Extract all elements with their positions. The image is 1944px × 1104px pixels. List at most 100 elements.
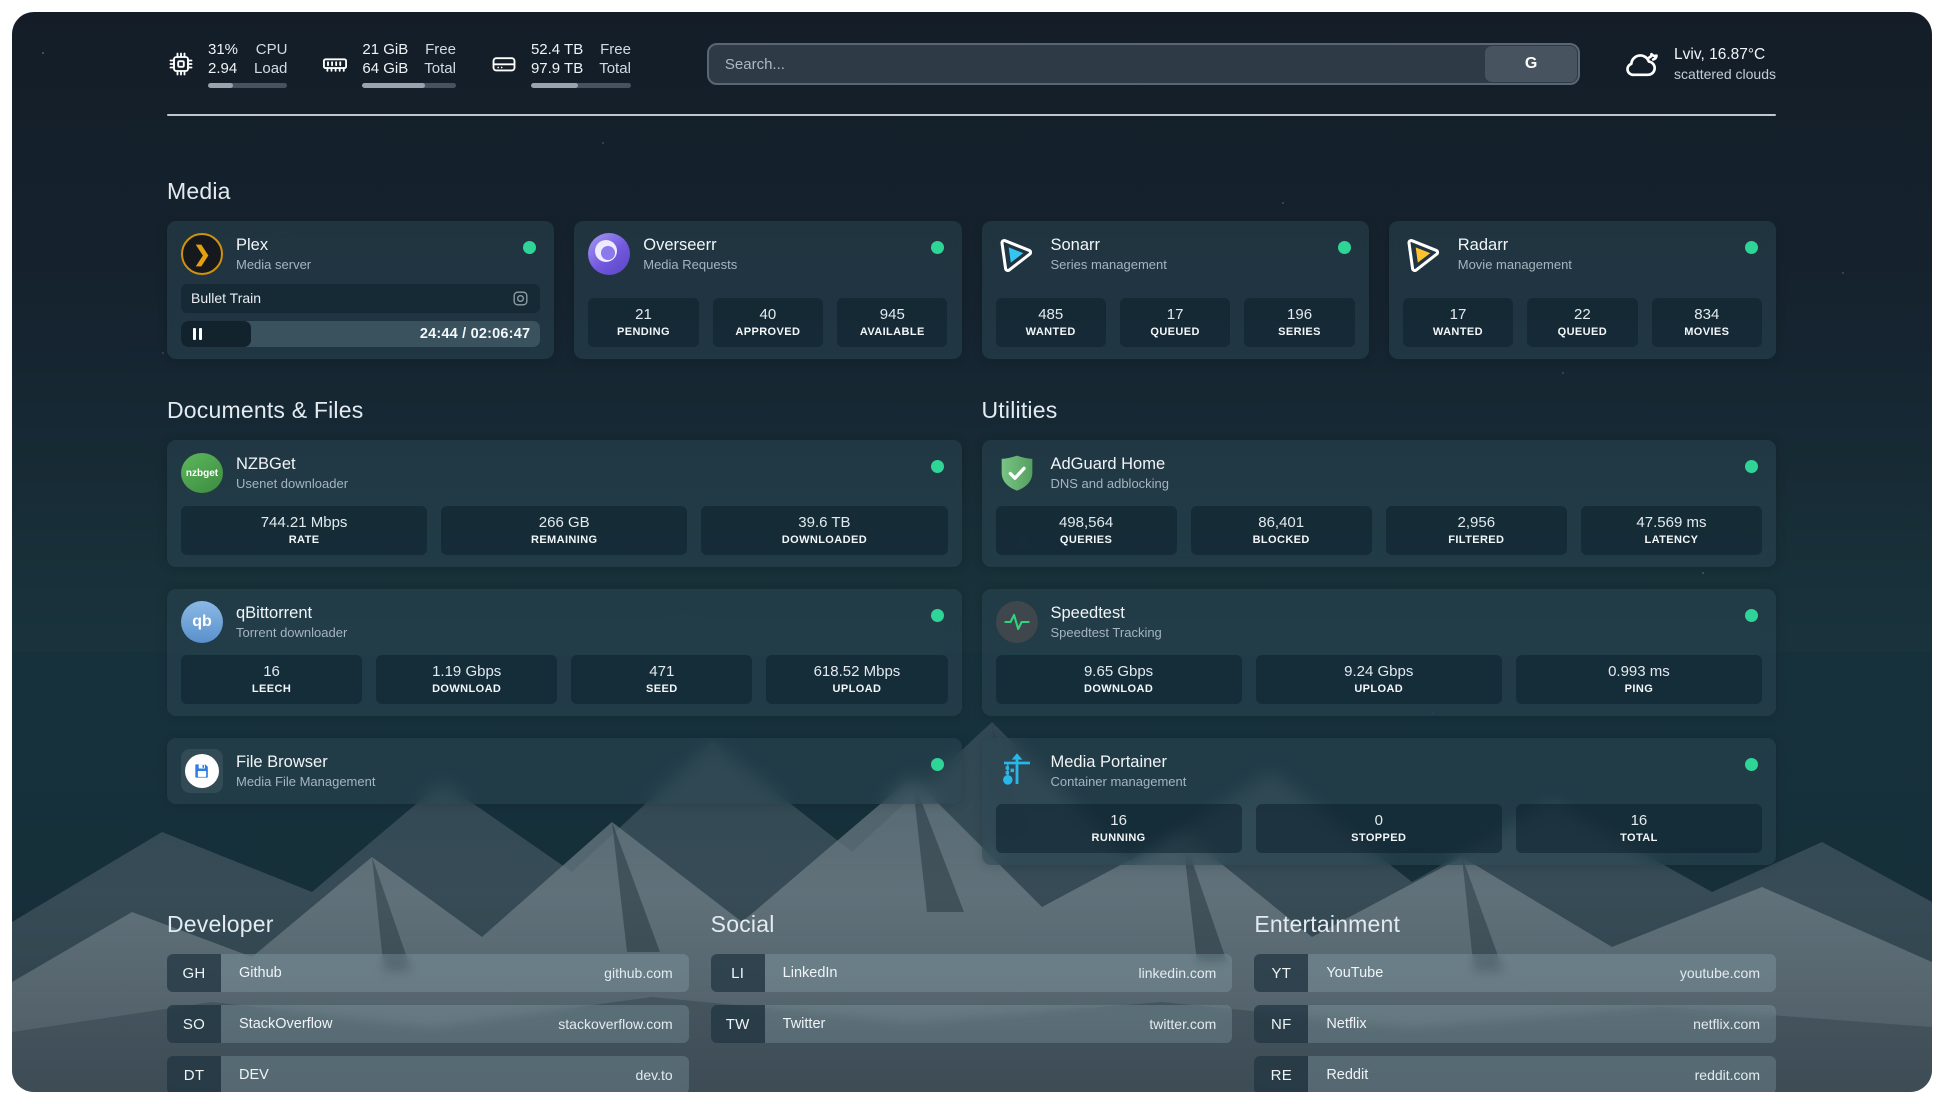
bookmark-abbr: TW [711, 1005, 765, 1043]
stat-value: 485 [1000, 305, 1102, 324]
stat-blocked: 86,401 BLOCKED [1191, 506, 1372, 555]
stat-value: 618.52 Mbps [770, 662, 943, 681]
service-card-speedtest[interactable]: Speedtest Speedtest Tracking 9.65 Gbps D… [982, 589, 1777, 716]
stat-value: 16 [185, 662, 358, 681]
service-description: Media Requests [643, 257, 737, 273]
service-card-filebrowser[interactable]: File Browser Media File Management [167, 738, 962, 804]
stat-label: DOWNLOAD [1000, 682, 1238, 696]
plex-progress-bar: 24:44 / 02:06:47 [181, 321, 540, 347]
stat-value: 39.6 TB [705, 513, 943, 532]
stat-pending: 21 PENDING [588, 298, 698, 347]
section-heading-developer: Developer [167, 911, 689, 938]
memory-progress-fill [362, 83, 425, 88]
stat-label: QUEUED [1124, 325, 1226, 339]
stat-value: 1.19 Gbps [380, 662, 553, 681]
service-card-sonarr[interactable]: Sonarr Series management 485 WANTED 17 Q… [982, 221, 1369, 359]
service-card-plex[interactable]: ❯ Plex Media server Bullet Train [167, 221, 554, 359]
stat-upload: 618.52 Mbps UPLOAD [766, 655, 947, 704]
service-card-portainer[interactable]: Media Portainer Container management 16 … [982, 738, 1777, 865]
disk-icon [490, 50, 518, 78]
stat-upload: 9.24 Gbps UPLOAD [1256, 655, 1502, 704]
bookmark-dev[interactable]: DT DEV dev.to [167, 1056, 689, 1092]
stat-filtered: 2,956 FILTERED [1386, 506, 1567, 555]
stat-label: BLOCKED [1195, 533, 1368, 547]
bookmark-stackoverflow[interactable]: SO StackOverflow stackoverflow.com [167, 1005, 689, 1043]
service-card-qbittorrent[interactable]: qb qBittorrent Torrent downloader 16 LEE… [167, 589, 962, 716]
stat-remaining: 266 GB REMAINING [441, 506, 687, 555]
disk-value-2: 97.9 TB [531, 59, 583, 78]
stat-label: DOWNLOAD [380, 682, 553, 696]
stat-value: 471 [575, 662, 748, 681]
service-description: Media server [236, 257, 311, 273]
service-name: Media Portainer [1051, 752, 1187, 772]
bookmark-group-developer: Developer GH Github github.com SO StackO… [167, 911, 689, 1092]
cpu-value-1: 31% [208, 40, 238, 59]
stat-value: 0.993 ms [1520, 662, 1758, 681]
stat-seed: 471 SEED [571, 655, 752, 704]
service-card-radarr[interactable]: Radarr Movie management 17 WANTED 22 QUE… [1389, 221, 1776, 359]
stat-value: 17 [1407, 305, 1509, 324]
memory-label-1: Free [424, 40, 456, 59]
stat-value: 196 [1248, 305, 1350, 324]
stat-label: RATE [185, 533, 423, 547]
bookmark-github[interactable]: GH Github github.com [167, 954, 689, 992]
stat-label: FILTERED [1390, 533, 1563, 547]
stat-value: 9.24 Gbps [1260, 662, 1498, 681]
bookmark-url: youtube.com [1680, 965, 1776, 981]
disk-progress-bar [531, 83, 631, 88]
bookmark-youtube[interactable]: YT YouTube youtube.com [1254, 954, 1776, 992]
service-description: Movie management [1458, 257, 1572, 273]
service-card-nzbget[interactable]: nzbget NZBGet Usenet downloader 744.21 M… [167, 440, 962, 567]
stat-value: 47.569 ms [1585, 513, 1758, 532]
bookmark-linkedin[interactable]: LI LinkedIn linkedin.com [711, 954, 1233, 992]
service-card-adguard[interactable]: AdGuard Home DNS and adblocking 498,564 … [982, 440, 1777, 567]
bookmark-url: reddit.com [1695, 1067, 1776, 1083]
bookmark-name: LinkedIn [765, 965, 838, 981]
cpu-widget: 31% CPU 2.94 Load [167, 40, 287, 88]
stat-label: LEECH [185, 682, 358, 696]
disk-value-1: 52.4 TB [531, 40, 583, 59]
disk-label-2: Total [599, 59, 631, 78]
bookmark-group-entertainment: Entertainment YT YouTube youtube.com NF … [1254, 911, 1776, 1092]
plex-playback-time: 24:44 / 02:06:47 [420, 321, 530, 347]
stat-value: 40 [717, 305, 819, 324]
stat-total: 16 TOTAL [1516, 804, 1762, 853]
bookmark-twitter[interactable]: TW Twitter twitter.com [711, 1005, 1233, 1043]
status-dot [931, 758, 944, 771]
cpu-value-2: 2.94 [208, 59, 238, 78]
memory-widget: 21 GiB Free 64 GiB Total [321, 40, 456, 88]
stat-value: 16 [1520, 811, 1758, 830]
service-name: AdGuard Home [1051, 454, 1170, 474]
search-input[interactable] [707, 43, 1580, 85]
status-dot [1338, 241, 1351, 254]
weather-widget[interactable]: Lviv, 16.87°C scattered clouds [1622, 44, 1776, 84]
status-dot [931, 241, 944, 254]
documents-column: Documents & Files nzbget NZBGet Usenet d… [167, 397, 962, 804]
stat-label: AVAILABLE [841, 325, 943, 339]
sonarr-icon [993, 230, 1040, 277]
bookmark-name: YouTube [1308, 965, 1383, 981]
service-name: Sonarr [1051, 235, 1167, 255]
stat-value: 2,956 [1390, 513, 1563, 532]
search-provider-button[interactable]: G [1485, 46, 1577, 82]
stat-approved: 40 APPROVED [713, 298, 823, 347]
bookmark-name: Netflix [1308, 1016, 1366, 1032]
stat-label: QUERIES [1000, 533, 1173, 547]
bookmark-netflix[interactable]: NF Netflix netflix.com [1254, 1005, 1776, 1043]
stat-downloaded: 39.6 TB DOWNLOADED [701, 506, 947, 555]
bookmark-reddit[interactable]: RE Reddit reddit.com [1254, 1056, 1776, 1092]
service-description: Usenet downloader [236, 476, 348, 492]
bookmark-name: StackOverflow [221, 1016, 332, 1032]
portainer-icon [996, 750, 1038, 792]
stat-running: 16 RUNNING [996, 804, 1242, 853]
service-name: NZBGet [236, 454, 348, 474]
section-heading-documents: Documents & Files [167, 397, 962, 424]
service-card-overseerr[interactable]: Overseerr Media Requests 21 PENDING 40 A… [574, 221, 961, 359]
service-description: Speedtest Tracking [1051, 625, 1162, 641]
bookmark-abbr: SO [167, 1005, 221, 1043]
status-dot [931, 609, 944, 622]
ram-icon [321, 50, 349, 78]
memory-value-2: 64 GiB [362, 59, 408, 78]
stat-label: WANTED [1407, 325, 1509, 339]
video-icon [511, 289, 530, 308]
